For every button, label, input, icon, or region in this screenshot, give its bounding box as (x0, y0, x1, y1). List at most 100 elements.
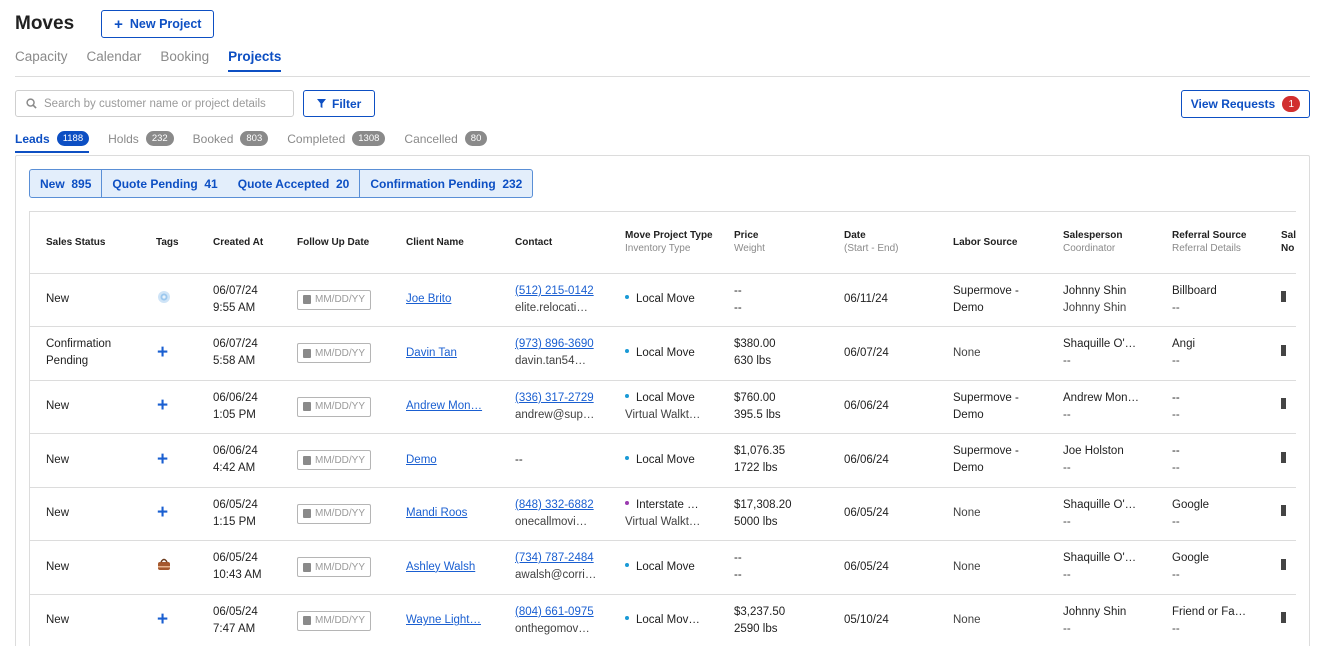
col-truncated[interactable]: Sal No (1265, 212, 1296, 274)
labor-source: Supermove - Demo (953, 284, 1019, 314)
price: -- (734, 284, 742, 297)
referral-cell: Angi -- (1156, 326, 1265, 381)
tab-booked[interactable]: Booked 803 (193, 131, 269, 153)
client-name-link[interactable]: Mandi Roos (406, 505, 486, 522)
follow-up-date-input[interactable]: MM/DD/YY (297, 450, 371, 471)
contact-phone-link[interactable]: (336) 317-2729 (515, 390, 609, 407)
plus-icon: + (114, 15, 123, 33)
col-sales-status[interactable]: Sales Status (30, 212, 140, 274)
weight: 630 lbs (734, 355, 772, 368)
search-box[interactable] (15, 90, 294, 117)
truncated-control[interactable] (1281, 291, 1286, 303)
contact-cell: (973) 896-3690 davin.tan54… (499, 326, 609, 381)
contact-phone-link[interactable]: (973) 896-3690 (515, 336, 609, 353)
tab-calendar[interactable]: Calendar (87, 49, 142, 72)
truncated-control[interactable] (1281, 344, 1286, 356)
salesperson-cell: Johnny Shin Johnny Shin (1047, 273, 1156, 327)
referral-source: Google (1172, 552, 1210, 565)
table-row[interactable]: New +06/06/24 1:05 PM MM/DD/YY Andrew Mon… (3… (30, 380, 1296, 434)
created-time: 10:43 AM (213, 569, 262, 582)
col-label: Salesperson (1063, 230, 1123, 242)
bag-tag-icon[interactable] (157, 558, 171, 571)
contact-cell: (734) 787-2484 awalsh@corri… (499, 540, 609, 595)
search-input[interactable] (44, 97, 284, 110)
contact-phone-link[interactable]: (734) 787-2484 (515, 550, 609, 567)
tab-capacity[interactable]: Capacity (15, 49, 68, 72)
move-type-dot (625, 455, 629, 460)
follow-up-date-input[interactable]: MM/DD/YY (297, 396, 371, 417)
col-created-at[interactable]: Created At (197, 212, 281, 274)
move-type-dot (625, 562, 629, 567)
inventory-type: Virtual Walkt… (625, 515, 701, 528)
calendar-icon (303, 509, 311, 519)
filter-button[interactable]: Filter (303, 90, 376, 117)
table-row[interactable]: Confirmation Pending +06/07/24 5:58 AM MM/D… (30, 326, 1296, 381)
truncated-control[interactable] (1281, 612, 1286, 624)
date-placeholder: MM/DD/YY (315, 508, 365, 520)
col-salesperson[interactable]: Salesperson Coordinator (1047, 212, 1156, 274)
sales-status-filter: New 895 Quote Pending 41 Quote Accepted … (29, 169, 534, 198)
add-tag-icon[interactable]: + (157, 342, 168, 363)
follow-up-date-input[interactable]: MM/DD/YY (297, 503, 371, 524)
add-tag-icon[interactable]: + (157, 502, 168, 523)
col-label: Referral Source (1172, 230, 1247, 242)
truncated-control[interactable] (1281, 451, 1286, 463)
col-follow-up-date[interactable]: Follow Up Date (281, 212, 390, 274)
tab-projects[interactable]: Projects (228, 49, 282, 72)
tab-holds[interactable]: Holds 232 (108, 131, 174, 153)
col-date[interactable]: Date (Start - End) (828, 212, 937, 274)
truncated-control[interactable] (1281, 398, 1286, 410)
labor-source: Supermove - Demo (953, 445, 1019, 475)
created-time: 4:42 AM (213, 462, 256, 475)
client-name-link[interactable]: Ashley Walsh (406, 559, 486, 576)
table-row[interactable]: New +06/05/24 1:15 PM MM/DD/YY Mandi Roos (84… (30, 487, 1296, 541)
tab-completed[interactable]: Completed 1308 (287, 131, 386, 153)
col-referral-source[interactable]: Referral Source Referral Details (1156, 212, 1265, 274)
truncated-control[interactable] (1281, 505, 1286, 517)
labor-source-cell: Supermove - Demo (937, 273, 1047, 327)
move-date: 06/05/24 (844, 560, 889, 573)
client-name-link[interactable]: Davin Tan (406, 345, 486, 362)
new-project-button[interactable]: + New Project (101, 10, 215, 38)
tags-cell: + (140, 487, 197, 541)
date-placeholder: MM/DD/YY (315, 454, 365, 466)
add-tag-icon[interactable]: + (157, 449, 168, 470)
contact-phone-link[interactable]: (512) 215-0142 (515, 283, 609, 300)
status-filter-quote-pending[interactable]: Quote Pending 41 (101, 170, 227, 197)
col-tags[interactable]: Tags (140, 212, 197, 274)
follow-up-date-input[interactable]: MM/DD/YY (297, 289, 371, 310)
sales-status-cell: New (30, 380, 140, 434)
tab-leads[interactable]: Leads 1188 (15, 131, 90, 153)
client-name-link[interactable]: Andrew Mon… (406, 398, 486, 415)
referral-details: -- (1172, 569, 1180, 582)
tab-cancelled[interactable]: Cancelled 80 (404, 131, 488, 153)
view-requests-button[interactable]: View Requests 1 (1181, 90, 1310, 118)
add-tag-icon[interactable]: + (157, 395, 168, 416)
col-contact[interactable]: Contact (499, 212, 609, 274)
col-price[interactable]: Price Weight (718, 212, 828, 274)
follow-up-date-input[interactable]: MM/DD/YY (297, 610, 371, 631)
salesperson-cell: Shaquille O'… -- (1047, 326, 1156, 381)
table-row[interactable]: New 06/05/24 10:43 AM MM/DD/YY Ashley Walsh (… (30, 540, 1296, 595)
status-filter-quote-accepted[interactable]: Quote Accepted 20 (228, 170, 360, 197)
col-labor-source[interactable]: Labor Source (937, 212, 1047, 274)
truncated-control[interactable] (1281, 558, 1286, 570)
add-tag-icon[interactable]: + (157, 609, 168, 630)
table-row[interactable]: New +06/05/24 7:47 AM MM/DD/YY Wayne Light… (… (30, 594, 1296, 646)
client-name-link[interactable]: Wayne Light… (406, 612, 486, 629)
tag-emoji-icon[interactable] (157, 290, 171, 304)
contact-phone-link[interactable]: (804) 661-0975 (515, 604, 609, 621)
client-name-link[interactable]: Joe Brito (406, 291, 486, 308)
status-filter-confirmation-pending[interactable]: Confirmation Pending 232 (359, 170, 532, 197)
contact-phone-link[interactable]: (848) 332-6882 (515, 497, 609, 514)
table-row[interactable]: New 06/07/24 9:55 AM MM/DD/YY Joe Brito (512)… (30, 273, 1296, 327)
client-name-link[interactable]: Demo (406, 452, 486, 469)
follow-up-date-input[interactable]: MM/DD/YY (297, 343, 371, 364)
count-badge: 1308 (352, 131, 386, 146)
col-move-type[interactable]: Move Project Type Inventory Type (609, 212, 718, 274)
tab-booking[interactable]: Booking (160, 49, 209, 72)
col-client-name[interactable]: Client Name (390, 212, 499, 274)
status-filter-new[interactable]: New 895 (30, 170, 101, 197)
follow-up-date-input[interactable]: MM/DD/YY (297, 557, 371, 578)
table-row[interactable]: New +06/06/24 4:42 AM MM/DD/YY Demo -- Local M… (30, 433, 1296, 488)
